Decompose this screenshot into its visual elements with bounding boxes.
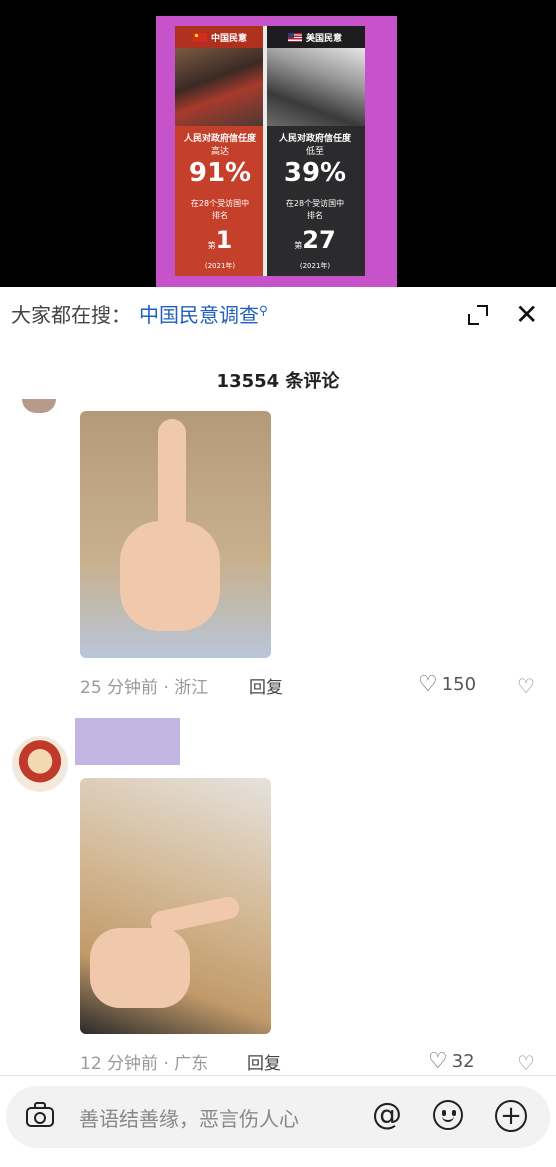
at-mention-icon[interactable]: @ bbox=[372, 1097, 402, 1132]
us-trust-label: 人民对政府信任度 bbox=[278, 134, 351, 144]
china-rank: 第1 bbox=[207, 226, 233, 254]
china-trust-qualifier: 高达 bbox=[210, 147, 229, 157]
china-crowd-photo bbox=[175, 48, 265, 126]
comment-image[interactable] bbox=[80, 778, 271, 1034]
comments-sheet: 大家都在搜： 中国民意调查⚲ ✕ 13554 条评论 25 分钟前 · 浙江 回复… bbox=[0, 287, 556, 1167]
like-count: 32 bbox=[451, 1051, 475, 1072]
china-survey-note: 在28个受访国中 bbox=[190, 199, 250, 208]
us-flag-icon bbox=[287, 32, 302, 42]
reply-button[interactable]: 回复 bbox=[247, 1049, 281, 1074]
us-capitol-photo bbox=[265, 48, 365, 126]
emoji-icon[interactable] bbox=[433, 1100, 463, 1130]
plus-icon[interactable]: + bbox=[495, 1100, 527, 1132]
avatar[interactable] bbox=[22, 399, 56, 413]
us-survey-note: 在28个受访国中 bbox=[285, 199, 345, 208]
us-panel: 美国民意 人民对政府信任度 低至 39% 在28个受访国中 排名 第27 (20… bbox=[265, 26, 365, 276]
search-icon: ⚲ bbox=[259, 303, 268, 318]
torn-divider bbox=[263, 26, 267, 276]
china-year: (2021年) bbox=[204, 262, 236, 270]
broken-heart-icon[interactable]: ♡ bbox=[517, 674, 535, 698]
camera-icon[interactable] bbox=[26, 1102, 54, 1128]
hand-shape bbox=[90, 928, 190, 1008]
us-trust-percent: 39% bbox=[283, 158, 347, 188]
avatar[interactable] bbox=[12, 736, 68, 792]
china-panel-title: 中国民意 bbox=[175, 26, 265, 48]
china-panel: 中国民意 人民对政府信任度 高达 91% 在28个受访国中 排名 第1 (202… bbox=[175, 26, 265, 276]
us-trust-qualifier: 低至 bbox=[305, 147, 324, 157]
comment-meta: 25 分钟前 · 浙江 bbox=[80, 678, 209, 698]
us-rank-label: 排名 bbox=[307, 211, 323, 220]
divider bbox=[0, 1075, 556, 1076]
us-panel-title: 美国民意 bbox=[265, 26, 365, 48]
trending-prefix: 大家都在搜： bbox=[11, 303, 131, 327]
china-flag-icon bbox=[192, 32, 207, 42]
broken-heart-icon[interactable]: ♡ bbox=[517, 1051, 535, 1075]
username-redacted bbox=[75, 718, 180, 765]
close-icon[interactable]: ✕ bbox=[515, 301, 538, 329]
us-year: (2021年) bbox=[299, 262, 331, 270]
china-trust-label: 人民对政府信任度 bbox=[183, 134, 256, 144]
like-button[interactable]: ♡ 150 bbox=[418, 671, 477, 697]
comment-input[interactable]: 善语结善缘，恶言伤人心 bbox=[79, 1103, 299, 1132]
comment-image[interactable] bbox=[80, 411, 271, 658]
like-button[interactable]: ♡ 32 bbox=[428, 1048, 475, 1074]
us-rank: 第27 bbox=[294, 226, 336, 254]
comment-count: 13554 条评论 bbox=[216, 371, 340, 392]
hand-shape bbox=[120, 521, 220, 631]
like-count: 150 bbox=[441, 674, 477, 695]
heart-icon: ♡ bbox=[428, 1048, 448, 1074]
trending-keyword[interactable]: 中国民意调查 bbox=[139, 303, 259, 327]
finger-shape bbox=[148, 894, 242, 936]
expand-icon[interactable] bbox=[468, 305, 488, 325]
comment-meta: 12 分钟前 · 广东 bbox=[80, 1054, 209, 1074]
trending-search[interactable]: 大家都在搜： 中国民意调查⚲ bbox=[11, 299, 268, 328]
china-rank-label: 排名 bbox=[212, 211, 228, 220]
video-poster: 中国民意 人民对政府信任度 高达 91% 在28个受访国中 排名 第1 (202… bbox=[156, 16, 397, 287]
video-player[interactable]: 中国民意 人民对政府信任度 高达 91% 在28个受访国中 排名 第1 (202… bbox=[0, 0, 556, 287]
reply-button[interactable]: 回复 bbox=[249, 673, 283, 698]
heart-icon: ♡ bbox=[418, 671, 438, 697]
china-trust-percent: 91% bbox=[188, 158, 252, 188]
